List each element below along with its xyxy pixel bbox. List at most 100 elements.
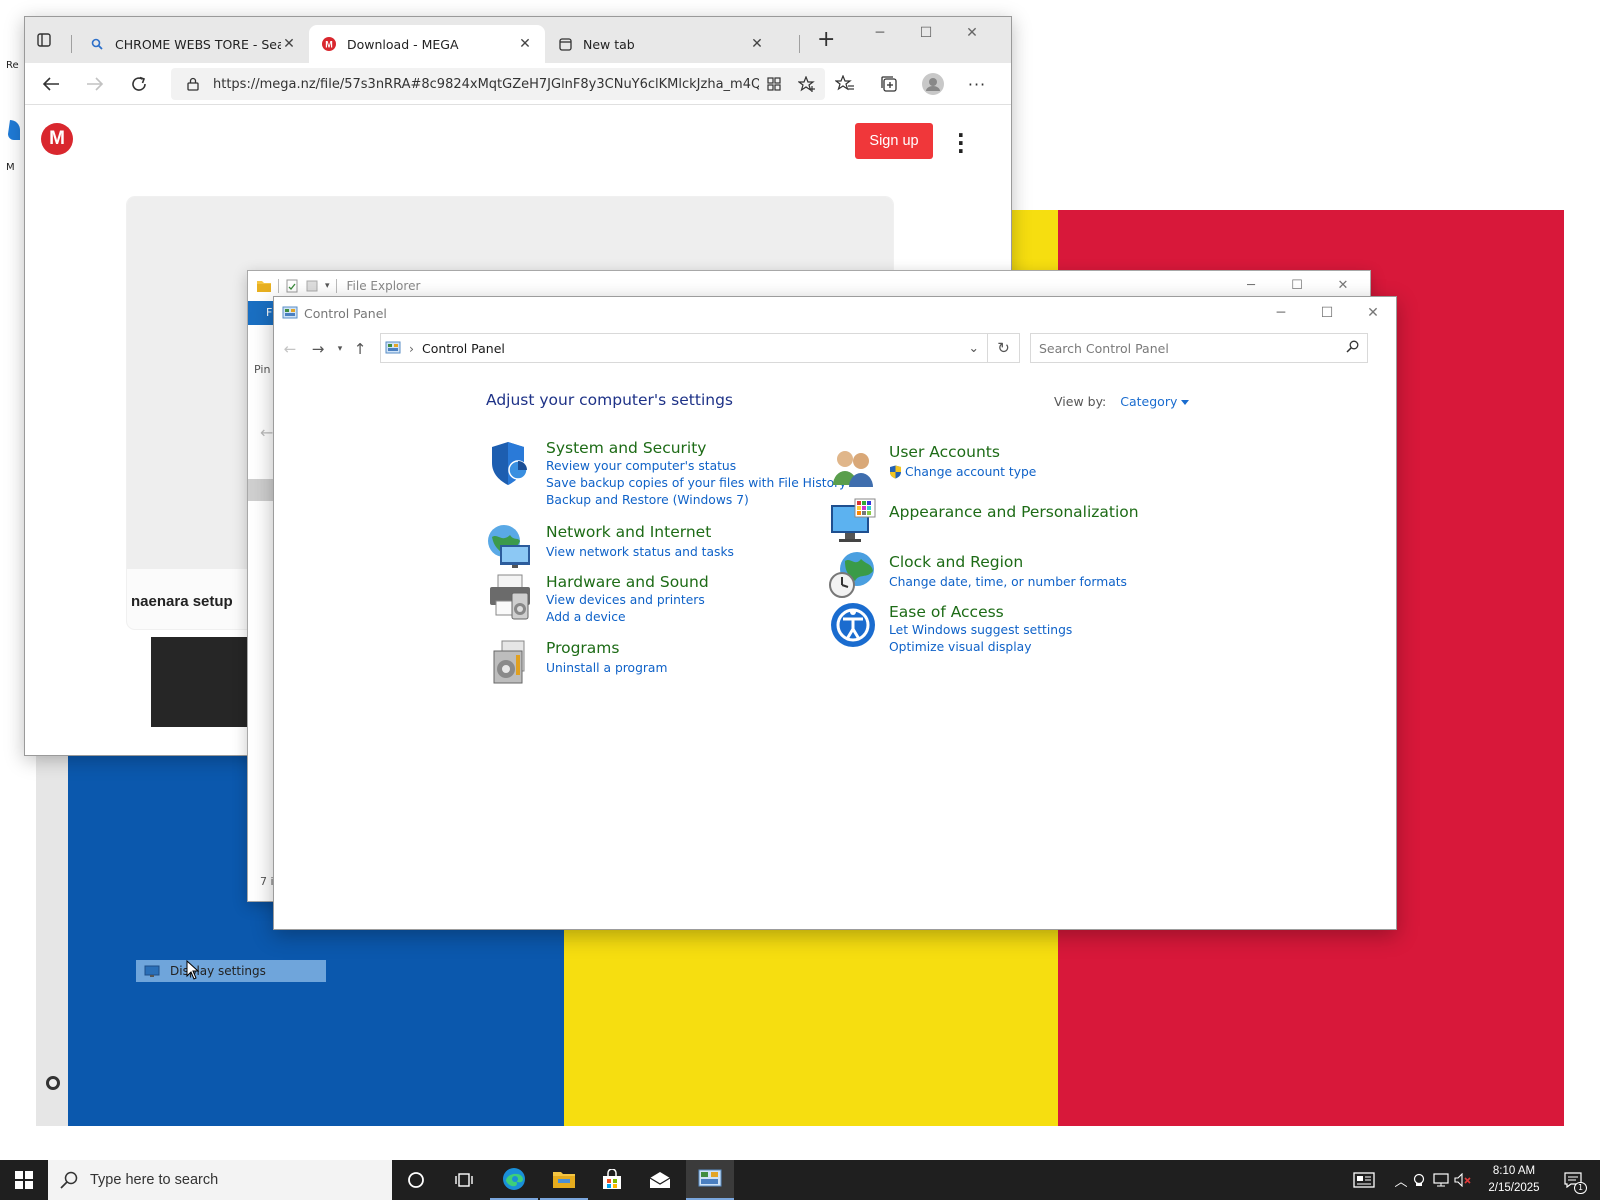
desktop-icon-recycle-bin[interactable]: Re xyxy=(6,60,26,80)
minimize-button[interactable]: ─ xyxy=(857,25,903,41)
forward-button[interactable]: → xyxy=(308,339,328,359)
link-add-device[interactable]: Add a device xyxy=(546,610,626,624)
search-icon xyxy=(60,1171,78,1189)
address-bar[interactable]: https://mega.nz/file/57s3nRRA#8c9824xMqt… xyxy=(171,68,825,100)
status-item-count: 7 i xyxy=(260,875,274,888)
settings-more-button[interactable]: ··· xyxy=(965,73,989,95)
add-favorite-icon[interactable] xyxy=(789,76,825,92)
show-hidden-icons-button[interactable]: ︿ xyxy=(1392,1160,1410,1200)
tab-new-tab[interactable]: New tab ✕ xyxy=(545,25,777,63)
recent-locations-button[interactable]: ▾ xyxy=(330,339,350,359)
breadcrumb[interactable]: Control Panel xyxy=(422,341,505,356)
taskbar-clock[interactable]: 8:10 AM 2/15/2025 xyxy=(1478,1163,1550,1197)
back-button[interactable] xyxy=(39,73,63,95)
category-title[interactable]: System and Security xyxy=(546,439,706,457)
file-explorer-title: File Explorer xyxy=(346,279,421,293)
up-button[interactable]: ↑ xyxy=(350,339,370,359)
volume-button[interactable] xyxy=(1452,1160,1474,1200)
meet-now-button[interactable] xyxy=(1410,1160,1430,1200)
tab-close-button[interactable]: ✕ xyxy=(749,36,765,52)
taskbar-edge-button[interactable] xyxy=(490,1160,538,1200)
tab-close-button[interactable]: ✕ xyxy=(281,36,297,52)
link-date-time-formats[interactable]: Change date, time, or number formats xyxy=(889,575,1127,589)
link-devices-printers[interactable]: View devices and printers xyxy=(546,593,705,607)
mega-menu-button[interactable]: · · · xyxy=(957,125,965,161)
link-optimize-visual-display[interactable]: Optimize visual display xyxy=(889,640,1031,654)
properties-icon[interactable] xyxy=(285,279,299,293)
back-button[interactable]: ← xyxy=(280,339,300,359)
desktop-icon-label: M xyxy=(6,162,15,173)
refresh-button[interactable] xyxy=(127,73,151,95)
taskbar-control-panel-button[interactable] xyxy=(686,1160,734,1200)
explorer-nav-selected-row[interactable] xyxy=(248,479,274,501)
refresh-button[interactable]: ↻ xyxy=(988,333,1020,363)
lock-icon[interactable] xyxy=(179,77,207,91)
new-folder-icon[interactable] xyxy=(305,279,319,293)
search-icon xyxy=(1346,340,1359,353)
programs-icon xyxy=(493,640,525,684)
taskbar-store-button[interactable] xyxy=(588,1160,636,1200)
close-button[interactable]: ✕ xyxy=(949,25,995,41)
task-view-button[interactable] xyxy=(440,1160,488,1200)
url-text[interactable]: https://mega.nz/file/57s3nRRA#8c9824xMqt… xyxy=(207,77,759,92)
mega-logo[interactable]: M xyxy=(41,123,73,155)
link-change-account-type[interactable]: Change account type xyxy=(889,465,1036,479)
notification-center-button[interactable]: 1 xyxy=(1556,1160,1590,1200)
back-arrow-icon[interactable]: ← xyxy=(260,423,273,442)
tab-mega-download[interactable]: M Download - MEGA ✕ xyxy=(309,25,545,63)
windows-logo-icon xyxy=(15,1171,33,1189)
folder-icon xyxy=(553,1172,575,1188)
favorites-button[interactable] xyxy=(833,73,857,95)
chevron-down-icon[interactable]: ⌄ xyxy=(969,340,979,355)
breadcrumb-separator-icon: › xyxy=(409,340,414,356)
close-button[interactable]: ✕ xyxy=(1350,297,1396,329)
refresh-icon: ↻ xyxy=(997,339,1010,357)
ribbon-file-tab[interactable]: F xyxy=(248,301,274,325)
network-button[interactable] xyxy=(1430,1160,1452,1200)
link-windows-suggest-settings[interactable]: Let Windows suggest settings xyxy=(889,623,1072,637)
taskbar-mail-button[interactable] xyxy=(636,1160,684,1200)
mouse-cursor-icon xyxy=(186,960,200,980)
cortana-button[interactable] xyxy=(392,1160,440,1200)
download-button-area[interactable] xyxy=(151,637,251,727)
collections-button[interactable] xyxy=(877,73,901,95)
customize-quick-access-icon[interactable]: ▾ xyxy=(325,281,330,291)
new-tab-button[interactable]: + xyxy=(817,29,835,51)
tab-actions-button[interactable] xyxy=(35,31,53,49)
forward-button[interactable] xyxy=(83,73,107,95)
app-available-icon[interactable] xyxy=(759,77,789,91)
display-settings-drag-item[interactable]: Display settings xyxy=(136,960,326,982)
control-panel-address-bar[interactable]: › Control Panel ⌄ xyxy=(380,333,988,363)
category-title[interactable]: Ease of Access xyxy=(889,603,1004,621)
maximize-button[interactable]: ☐ xyxy=(1304,297,1350,329)
link-network-status[interactable]: View network status and tasks xyxy=(546,545,734,559)
mail-icon xyxy=(649,1172,671,1188)
taskbar-search-input[interactable]: Type here to search xyxy=(48,1160,392,1200)
category-title[interactable]: Network and Internet xyxy=(546,523,711,541)
link-file-history[interactable]: Save backup copies of your files with Fi… xyxy=(546,476,846,490)
category-title[interactable]: Programs xyxy=(546,639,619,657)
pin-quick-access-label[interactable]: Pin xyxy=(254,363,270,376)
tab-close-button[interactable]: ✕ xyxy=(517,36,533,52)
view-by-dropdown[interactable]: Category xyxy=(1120,394,1190,409)
start-button[interactable] xyxy=(0,1160,48,1200)
link-uninstall-program[interactable]: Uninstall a program xyxy=(546,661,667,675)
mega-header: M Sign up · · · xyxy=(25,105,1011,169)
shield-icon xyxy=(492,442,528,485)
taskbar-file-explorer-button[interactable] xyxy=(540,1160,588,1200)
desktop-icon-edge[interactable]: M xyxy=(6,118,26,173)
category-title[interactable]: Clock and Region xyxy=(889,553,1023,571)
category-title[interactable]: Appearance and Personalization xyxy=(889,503,1139,521)
minimize-button[interactable]: ─ xyxy=(1258,297,1304,329)
search-input[interactable]: Search Control Panel xyxy=(1030,333,1368,363)
link-backup-restore[interactable]: Backup and Restore (Windows 7) xyxy=(546,493,749,507)
signup-button[interactable]: Sign up xyxy=(855,123,933,159)
profile-button[interactable] xyxy=(921,73,945,95)
tab-chrome-webstore-search[interactable]: CHROME WEBS TORE - Search ✕ xyxy=(77,25,309,63)
category-title[interactable]: User Accounts xyxy=(889,443,1000,461)
category-title[interactable]: Hardware and Sound xyxy=(546,573,709,591)
control-panel-window-controls: ─ ☐ ✕ xyxy=(1258,297,1396,329)
maximize-button[interactable]: ☐ xyxy=(903,25,949,41)
link-review-status[interactable]: Review your computer's status xyxy=(546,459,736,473)
news-widget-button[interactable] xyxy=(1348,1160,1380,1200)
